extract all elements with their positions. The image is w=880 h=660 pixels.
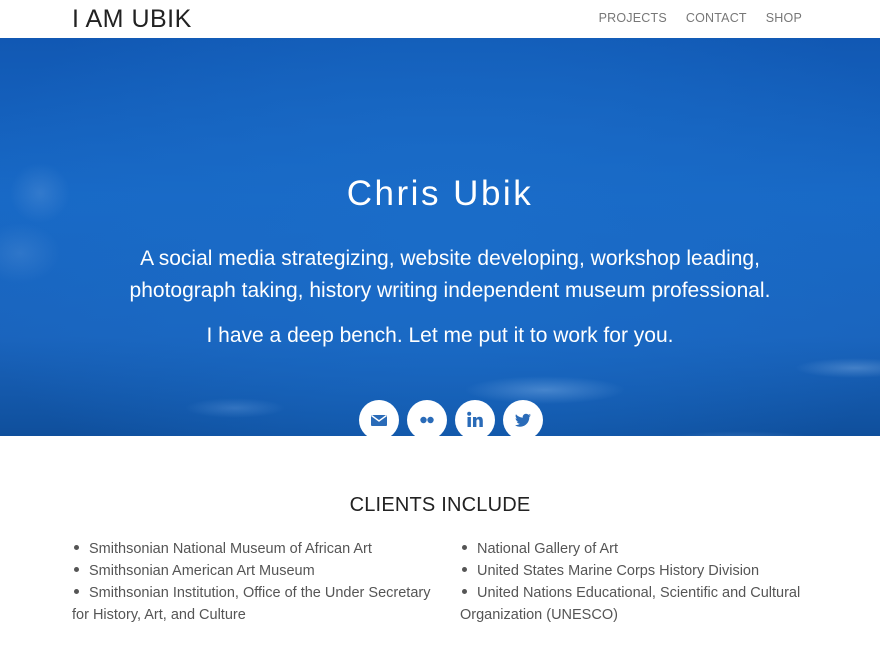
flickr-icon <box>420 416 434 424</box>
list-item: National Gallery of Art <box>460 538 820 560</box>
top-navbar: I AM UBIK PROJECTS CONTACT SHOP <box>0 0 880 38</box>
hero-tagline: A social media strategizing, website dev… <box>129 247 771 302</box>
site-logo[interactable]: I AM UBIK <box>72 4 192 34</box>
email-button[interactable] <box>359 400 399 440</box>
mail-icon <box>371 414 387 426</box>
clients-list-right: National Gallery of Art United States Ma… <box>460 538 820 626</box>
hero-subtagline: I have a deep bench. Let me put it to wo… <box>206 324 674 347</box>
linkedin-icon <box>467 411 483 427</box>
list-item: Smithsonian Institution, Office of the U… <box>72 582 432 626</box>
list-item: Smithsonian National Museum of African A… <box>72 538 432 560</box>
hero-name: Chris Ubik <box>346 174 534 213</box>
clients-section: CLIENTS INCLUDE Smithsonian National Mus… <box>0 436 880 660</box>
nav-link-shop[interactable]: SHOP <box>766 11 802 25</box>
linkedin-button[interactable] <box>455 400 495 440</box>
social-links <box>359 400 543 440</box>
main-nav: PROJECTS CONTACT SHOP <box>599 11 802 25</box>
list-item: Smithsonian American Art Museum <box>72 560 432 582</box>
list-item: United States Marine Corps History Divis… <box>460 560 820 582</box>
twitter-button[interactable] <box>503 400 543 440</box>
clients-heading: CLIENTS INCLUDE <box>349 494 531 516</box>
hero-banner: Chris Ubik A social media strategizing, … <box>0 38 880 440</box>
twitter-icon <box>515 413 531 427</box>
flickr-button[interactable] <box>407 400 447 440</box>
nav-link-projects[interactable]: PROJECTS <box>599 11 667 25</box>
nav-link-contact[interactable]: CONTACT <box>686 11 747 25</box>
clients-list-left: Smithsonian National Museum of African A… <box>72 538 432 626</box>
list-item: United Nations Educational, Scientific a… <box>460 582 820 626</box>
